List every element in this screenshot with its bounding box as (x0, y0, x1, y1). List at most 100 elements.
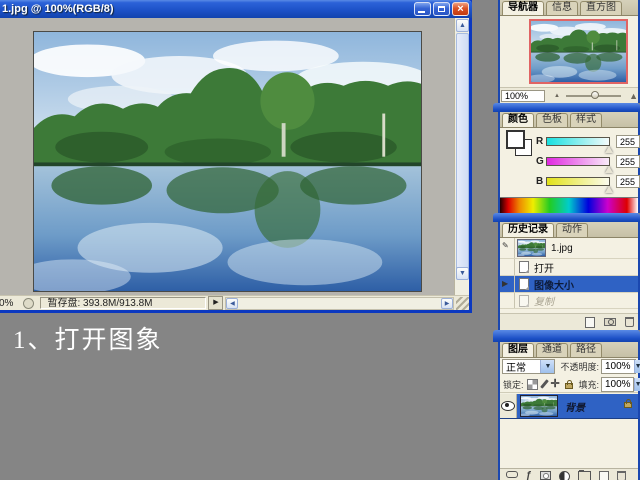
history-brush-source-cell[interactable]: ✎ (500, 238, 515, 258)
add-mask-icon[interactable] (540, 471, 551, 480)
green-channel-label: G (536, 156, 546, 167)
chevron-down-icon[interactable]: ▼ (634, 378, 640, 391)
layers-panel: 图层 通道 路径 正常 ▼ 不透明度: 100% ▼ 锁定: (498, 342, 640, 480)
history-snapshot-row[interactable]: ✎ 1.jpg (500, 238, 638, 259)
history-state-label: 图像大小 (534, 277, 574, 292)
tab-swatches[interactable]: 色板 (536, 113, 568, 127)
color-spectrum-ramp[interactable] (500, 197, 638, 213)
tab-channels[interactable]: 通道 (536, 343, 568, 357)
horizontal-scrollbar[interactable]: ◀ ▶ (225, 297, 454, 310)
close-button[interactable]: × (452, 2, 469, 16)
green-value-input[interactable]: 255 (616, 155, 640, 168)
vertical-scroll-thumb[interactable] (456, 33, 469, 279)
tab-paths[interactable]: 路径 (570, 343, 602, 357)
lock-all-icon[interactable] (565, 383, 573, 389)
lock-label: 锁定: (503, 378, 524, 391)
scroll-up-icon[interactable]: ▲ (456, 19, 469, 32)
navigator-zoom-slider[interactable] (566, 95, 621, 97)
lock-position-icon[interactable]: ✛ (551, 379, 560, 389)
lock-transparency-icon[interactable] (527, 379, 538, 390)
vertical-scrollbar[interactable]: ▲ ▼ (454, 18, 469, 295)
fill-input[interactable]: 100% ▼ (601, 377, 634, 392)
color-palette-titlebar[interactable] (493, 103, 640, 112)
document-window: 1.jpg @ 100%(RGB/8) × ▲ ▼ 0% 暂存盘: 393.8M… (0, 0, 472, 313)
canvas-area[interactable] (0, 18, 469, 295)
layer-row-background[interactable]: 背景 (500, 394, 638, 419)
opacity-input[interactable]: 100% ▼ (601, 359, 636, 374)
delete-layer-icon[interactable] (617, 471, 626, 480)
new-group-icon[interactable] (578, 471, 591, 480)
history-state-open[interactable]: 打开 (500, 259, 638, 276)
chevron-down-icon[interactable]: ▼ (540, 360, 554, 373)
navigator-zoom-bar: 100% ▲ ▲ (500, 87, 638, 103)
minimize-button[interactable] (414, 2, 431, 16)
layer-visibility-cell[interactable] (500, 394, 517, 418)
blend-mode-row: 正常 ▼ 不透明度: 100% ▼ (500, 357, 638, 375)
navigator-preview[interactable] (529, 19, 628, 84)
scroll-right-icon[interactable]: ▶ (441, 298, 453, 309)
tab-color[interactable]: 颜色 (502, 113, 534, 127)
blue-slider-thumb[interactable] (605, 186, 613, 193)
history-source-cell[interactable] (500, 259, 515, 275)
opacity-label: 不透明度: (560, 360, 599, 373)
status-popup-button[interactable]: ▶ (208, 296, 223, 310)
blue-channel-label: B (536, 176, 546, 187)
history-palette-titlebar[interactable] (493, 213, 640, 222)
tab-info[interactable]: 信息 (546, 1, 578, 15)
zoom-slider-thumb[interactable] (591, 91, 599, 99)
blue-value-input[interactable]: 255 (616, 175, 640, 188)
fill-value: 100% (602, 379, 634, 390)
history-state-icon (519, 261, 529, 273)
layer-thumbnail[interactable] (520, 395, 558, 417)
red-slider-thumb[interactable] (605, 146, 613, 153)
tab-histogram[interactable]: 直方图 (580, 1, 622, 15)
red-value-input[interactable]: 255 (616, 135, 640, 148)
window-resize-grip[interactable] (456, 297, 469, 310)
maximize-button[interactable] (433, 2, 450, 16)
zoom-out-icon[interactable]: ▲ (554, 93, 560, 99)
scratch-disk-indicator[interactable]: 暂存盘: 393.8M/913.8M (40, 297, 206, 309)
history-state-undone[interactable]: 复制 (500, 293, 638, 309)
history-source-cell[interactable] (500, 293, 515, 308)
layers-palette-titlebar[interactable] (493, 330, 640, 342)
history-state-image-size[interactable]: ▶ 图像大小 (500, 276, 638, 293)
blend-mode-value: 正常 (503, 359, 540, 374)
color-tabs: 颜色 色板 样式 (500, 112, 638, 128)
scroll-down-icon[interactable]: ▼ (456, 267, 469, 280)
layer-style-icon[interactable]: ƒ (526, 471, 532, 480)
photo-canvas[interactable] (33, 31, 422, 292)
lock-paint-icon[interactable] (540, 379, 549, 389)
tab-layers[interactable]: 图层 (502, 343, 534, 357)
document-titlebar[interactable]: 1.jpg @ 100%(RGB/8) × (0, 0, 472, 18)
tab-navigator[interactable]: 导航器 (502, 1, 544, 15)
navigator-zoom-input[interactable]: 100% (501, 90, 545, 102)
new-layer-icon[interactable] (599, 471, 609, 480)
red-channel-label: R (536, 136, 546, 147)
tab-styles[interactable]: 样式 (570, 113, 602, 127)
new-document-from-state-icon[interactable] (585, 317, 595, 328)
opacity-value: 100% (602, 361, 634, 372)
red-slider[interactable] (546, 137, 610, 146)
fill-label: 填充: (578, 378, 599, 391)
zoom-in-icon[interactable]: ▲ (629, 91, 638, 101)
green-channel-row: G 255 (536, 153, 640, 169)
new-snapshot-icon[interactable] (604, 318, 616, 326)
adjustment-layer-icon[interactable] (559, 471, 570, 480)
status-zoom-level[interactable]: 0% (0, 298, 17, 309)
document-statusbar: 0% 暂存盘: 393.8M/913.8M ▶ ◀ ▶ (0, 295, 469, 310)
scroll-left-icon[interactable]: ◀ (226, 298, 238, 309)
blue-slider[interactable] (546, 177, 610, 186)
history-brush-icon: ✎ (502, 241, 509, 250)
tab-history[interactable]: 历史记录 (502, 223, 554, 237)
delete-state-icon[interactable] (625, 317, 634, 327)
chevron-down-icon[interactable]: ▼ (634, 360, 640, 373)
navigator-panel: 导航器 信息 直方图 100% ▲ ▲ (498, 0, 640, 103)
foreground-color-swatch[interactable] (506, 130, 525, 149)
link-layers-icon[interactable] (506, 471, 518, 478)
green-slider-thumb[interactable] (605, 166, 613, 173)
green-slider[interactable] (546, 157, 610, 166)
tab-actions[interactable]: 动作 (556, 223, 588, 237)
snapshot-thumbnail[interactable] (517, 239, 546, 257)
blend-mode-select[interactable]: 正常 ▼ (502, 359, 555, 374)
history-source-cell[interactable]: ▶ (500, 276, 515, 292)
